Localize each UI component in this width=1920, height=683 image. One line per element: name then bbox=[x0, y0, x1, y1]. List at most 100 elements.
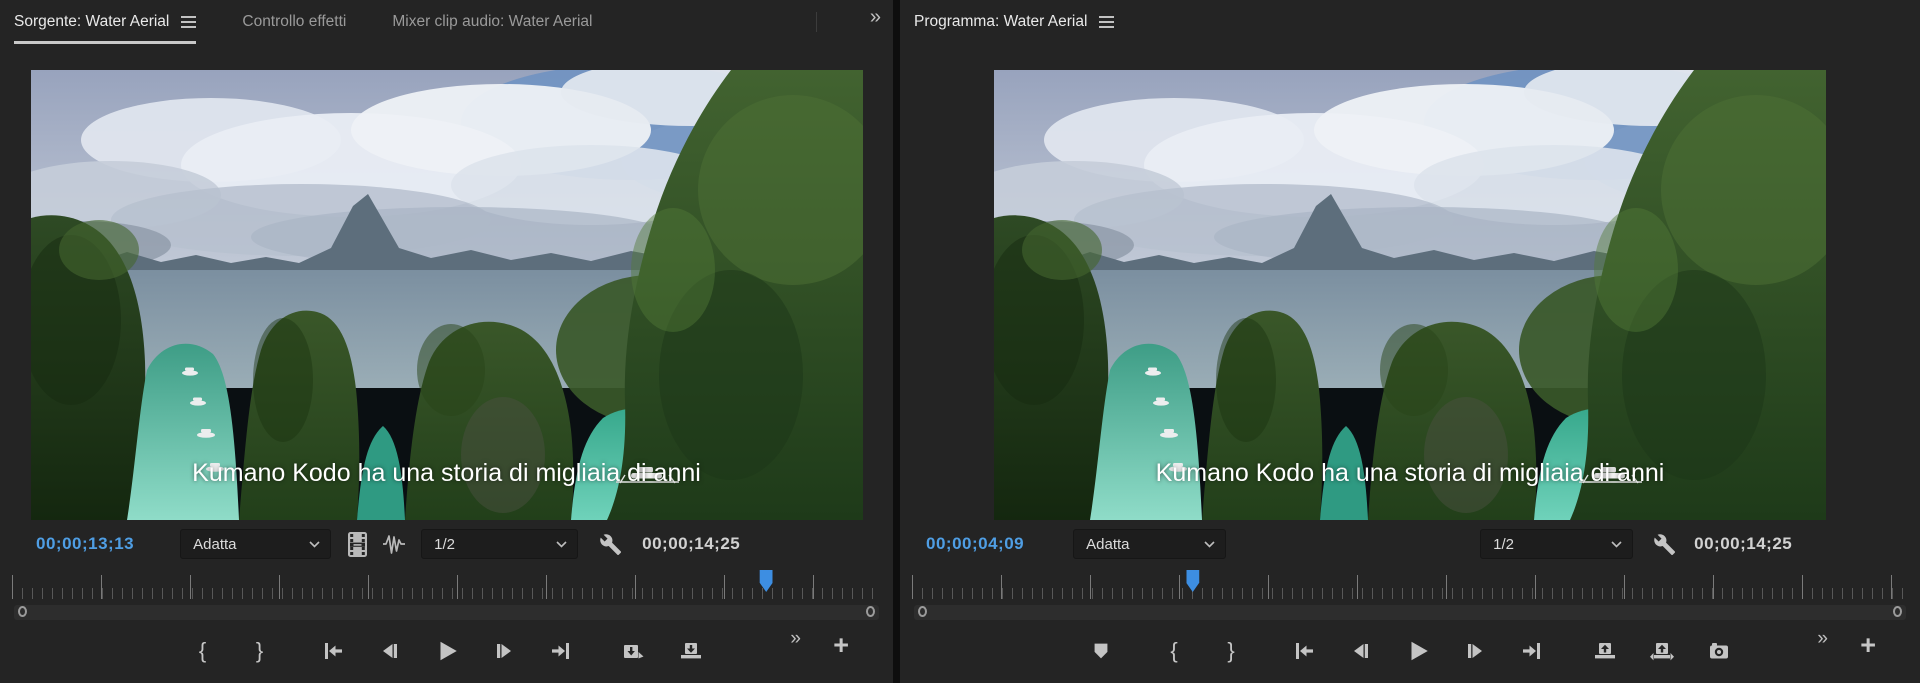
extract-icon bbox=[1650, 643, 1674, 661]
program-video-display[interactable]: Kumano Kodo ha una storia di migliaia di… bbox=[994, 70, 1826, 520]
go-to-out-button[interactable] bbox=[546, 633, 576, 669]
step-forward-icon bbox=[496, 644, 511, 658]
export-frame-button[interactable] bbox=[1704, 633, 1734, 669]
tab-source-label: Sorgente: Water Aerial bbox=[14, 12, 170, 30]
scrollbar-handle-right[interactable] bbox=[866, 606, 875, 617]
program-monitor-panel: Programma: Water Aerial Kumano Kodo ha u… bbox=[900, 0, 1920, 683]
tab-program[interactable]: Programma: Water Aerial bbox=[914, 0, 1115, 44]
mark-out-button[interactable]: } bbox=[245, 633, 275, 669]
program-playback-resolution-select[interactable]: 1/2 bbox=[1480, 529, 1634, 559]
marker-icon bbox=[1094, 643, 1108, 659]
chevron-down-icon bbox=[556, 540, 567, 548]
source-time-ruler[interactable] bbox=[0, 568, 893, 602]
tab-overflow-button[interactable]: » bbox=[870, 6, 881, 29]
go-to-out-icon bbox=[1523, 643, 1540, 659]
tab-source[interactable]: Sorgente: Water Aerial bbox=[14, 0, 197, 44]
filmstrip-icon bbox=[348, 531, 368, 557]
step-back-button[interactable] bbox=[1346, 633, 1376, 669]
extract-button[interactable] bbox=[1647, 633, 1677, 669]
lift-icon bbox=[1595, 643, 1615, 659]
program-duration-timecode: 00;00;14;25 bbox=[1694, 534, 1793, 553]
source-settings-button[interactable] bbox=[599, 533, 622, 556]
scrollbar-handle-right[interactable] bbox=[1893, 606, 1902, 617]
ruler-ticks bbox=[12, 573, 881, 599]
go-to-in-button[interactable] bbox=[1289, 633, 1319, 669]
source-transport-bar: { } » + bbox=[0, 620, 893, 682]
step-back-button[interactable] bbox=[375, 633, 405, 669]
audio-waveform-icon bbox=[383, 535, 406, 554]
source-tab-bar: Sorgente: Water Aerial Controllo effetti… bbox=[0, 0, 893, 44]
add-marker-button[interactable] bbox=[1086, 633, 1116, 669]
chevron-down-icon bbox=[1204, 540, 1215, 548]
mark-in-icon: { bbox=[198, 638, 207, 663]
button-editor-add-button[interactable]: + bbox=[1860, 632, 1876, 659]
program-zoom-scrollbar[interactable] bbox=[914, 605, 1906, 620]
playback-resolution-value: 1/2 bbox=[1493, 535, 1514, 553]
insert-icon bbox=[623, 645, 643, 659]
mark-out-icon: } bbox=[255, 638, 264, 663]
transport-overflow-button[interactable]: » bbox=[790, 628, 800, 650]
mark-out-button[interactable]: } bbox=[1216, 633, 1246, 669]
panel-menu-icon[interactable] bbox=[1099, 15, 1115, 28]
drag-video-only-button[interactable] bbox=[347, 531, 368, 558]
step-back-icon bbox=[382, 644, 397, 658]
program-current-timecode[interactable]: 00;00;04;09 bbox=[926, 534, 1024, 554]
overwrite-button[interactable] bbox=[676, 633, 706, 669]
drag-audio-only-button[interactable] bbox=[381, 531, 407, 557]
tab-program-label: Programma: Water Aerial bbox=[914, 12, 1088, 30]
go-to-out-button[interactable] bbox=[1517, 633, 1547, 669]
go-to-in-icon bbox=[324, 643, 342, 659]
step-forward-button[interactable] bbox=[489, 633, 519, 669]
insert-button[interactable] bbox=[619, 633, 649, 669]
play-button[interactable] bbox=[1403, 633, 1433, 669]
mark-in-button[interactable]: { bbox=[188, 633, 218, 669]
program-zoom-level-select[interactable]: Adatta bbox=[1073, 529, 1227, 559]
chevron-down-icon bbox=[309, 540, 320, 548]
source-zoom-level-select[interactable]: Adatta bbox=[180, 529, 332, 559]
camera-icon bbox=[1710, 643, 1728, 659]
panel-divider[interactable] bbox=[893, 0, 900, 683]
tabbar-divider bbox=[816, 12, 817, 32]
program-transport-bar: { } » + bbox=[900, 620, 1920, 682]
program-time-ruler[interactable] bbox=[900, 568, 1920, 602]
transport-overflow-button[interactable]: » bbox=[1817, 628, 1827, 650]
source-playback-resolution-select[interactable]: 1/2 bbox=[421, 529, 579, 559]
program-controls-row: 00;00;04;09 Adatta 1/2 00;00;14;25 bbox=[900, 520, 1920, 568]
mark-in-icon: { bbox=[1170, 638, 1178, 663]
overwrite-icon bbox=[680, 643, 701, 659]
chevron-down-icon bbox=[1611, 540, 1622, 548]
go-to-in-icon bbox=[1296, 643, 1313, 659]
mark-out-icon: } bbox=[1227, 638, 1235, 663]
wrench-icon bbox=[600, 533, 622, 555]
lagoon-video-frame bbox=[994, 70, 1826, 520]
scrollbar-handle-left[interactable] bbox=[18, 606, 27, 617]
program-settings-button[interactable] bbox=[1653, 533, 1676, 556]
tab-audio-clip-mixer[interactable]: Mixer clip audio: Water Aerial bbox=[392, 0, 592, 44]
step-forward-button[interactable] bbox=[1460, 633, 1490, 669]
zoom-level-value: Adatta bbox=[193, 535, 237, 553]
burned-in-subtitle: Kumano Kodo ha una storia di migliaia di… bbox=[1155, 459, 1665, 487]
burned-in-subtitle: Kumano Kodo ha una storia di migliaia di… bbox=[192, 459, 701, 487]
panel-menu-icon[interactable] bbox=[181, 15, 197, 28]
source-zoom-scrollbar[interactable] bbox=[14, 605, 879, 620]
button-editor-add-button[interactable]: + bbox=[833, 632, 849, 659]
play-icon bbox=[1411, 641, 1428, 661]
playback-resolution-value: 1/2 bbox=[434, 535, 455, 553]
mark-in-button[interactable]: { bbox=[1159, 633, 1189, 669]
program-tab-bar: Programma: Water Aerial bbox=[900, 0, 1920, 44]
play-icon bbox=[440, 641, 457, 661]
step-back-icon bbox=[1354, 644, 1368, 658]
source-video-display[interactable]: Kumano Kodo ha una storia di migliaia di… bbox=[30, 70, 863, 520]
wrench-icon bbox=[1654, 533, 1676, 555]
tab-audio-clip-mixer-label: Mixer clip audio: Water Aerial bbox=[392, 12, 593, 30]
go-to-in-button[interactable] bbox=[318, 633, 348, 669]
source-duration-timecode: 00;00;14;25 bbox=[642, 534, 741, 553]
tab-effect-controls-label: Controllo effetti bbox=[242, 12, 347, 30]
lift-button[interactable] bbox=[1590, 633, 1620, 669]
play-button[interactable] bbox=[432, 633, 462, 669]
premiere-monitors-workspace: Sorgente: Water Aerial Controllo effetti… bbox=[0, 0, 1920, 683]
zoom-level-value: Adatta bbox=[1086, 535, 1130, 553]
source-current-timecode[interactable]: 00;00;13;13 bbox=[36, 534, 134, 554]
tab-effect-controls[interactable]: Controllo effetti bbox=[242, 0, 346, 44]
scrollbar-handle-left[interactable] bbox=[918, 606, 927, 617]
